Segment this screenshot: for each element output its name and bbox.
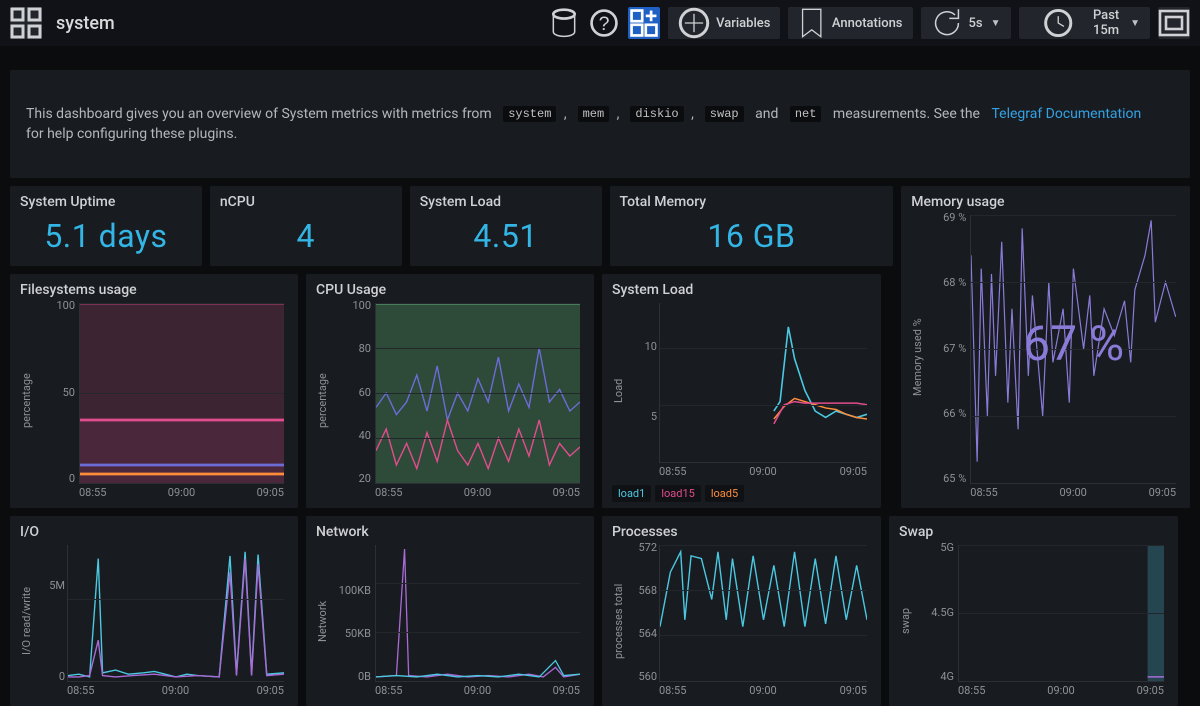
panel-title: System Load [420,194,592,210]
ylabel: percentage [20,300,33,502]
y-axis: 10080604020 [331,300,371,484]
uptime-value: 5.1 days [20,212,192,260]
ylabel: processes total [612,542,625,700]
y-axis: 69 %68 %67 %66 %65 % [926,212,966,484]
panel-swap[interactable]: Swap swap 5G4.5G4G 08:5509:0009:05 [889,516,1178,706]
panel-title: System Uptime [20,194,192,210]
panel-network[interactable]: Network Network .100KB50KB0B 08:5509:000… [306,516,594,706]
ylabel: Memory used % [911,212,924,502]
cycle-view-icon[interactable] [1158,7,1190,39]
x-axis: 08:5509:0009:05 [79,486,284,502]
add-panel-button[interactable] [628,7,660,39]
chart-area [659,303,867,463]
panel-io[interactable]: I/O I/O read/write .5M0 08:5509:0009:05 [10,516,298,706]
ylabel: swap [899,542,912,700]
legend-item[interactable]: load5 [705,485,744,502]
telegraf-docs-link[interactable]: Telegraf Documentation [991,106,1141,122]
memory-usage-big-value: 67 % [971,315,1176,372]
ylabel: I/O read/write [20,542,33,700]
panel-title: Filesystems usage [20,282,288,298]
legend-item[interactable]: load15 [655,485,701,502]
panel-filesystems-usage[interactable]: Filesystems usage percentage 100500 [10,274,298,508]
description-and: and [755,106,778,122]
panel-total-memory[interactable]: Total Memory 16 GB [610,186,894,266]
ylabel: Load [612,300,625,481]
panel-system-load-graph[interactable]: System Load Load .105. 08:5509:0 [602,274,881,508]
y-axis: 5G4.5G4G [914,542,954,682]
data-source-icon[interactable] [548,7,580,39]
svg-text:?: ? [599,13,610,35]
chart-area: 67 % [970,215,1176,484]
panel-title: Swap [899,524,1168,540]
chart-area [79,303,284,484]
time-range-label: Past 15m [1093,8,1122,38]
panel-title: Memory usage [911,194,1180,210]
code-net: net [790,106,822,122]
description-text3: for help configuring these plugins. [26,126,237,142]
chevron-down-icon: ▼ [991,18,1001,29]
x-axis: 08:5509:0009:05 [375,486,580,502]
panel-title: Processes [612,524,871,540]
chart-area [375,303,580,484]
code-mem: mem [578,106,610,122]
panel-title: System Load [612,282,871,298]
description-text2: measurements. See the [833,106,980,122]
x-axis: 08:5509:0009:05 [659,465,867,481]
description-panel: This dashboard gives you an overview of … [10,70,1190,178]
panel-title: Total Memory [620,194,884,210]
annotations-label: Annotations [832,16,903,31]
chart-area [958,545,1164,682]
load-value: 4.51 [420,212,592,260]
x-axis: 08:5509:0009:05 [659,684,867,700]
y-axis: 572568564560 [627,542,657,682]
code-swap: swap [705,106,744,122]
y-axis: .100KB50KB0B [331,542,371,682]
top-bar: system ? Variables Annotations 5s ▼ Past… [0,0,1200,46]
legend: load1 load15 load5 [612,485,871,502]
x-axis: 08:5509:0009:05 [67,684,284,700]
panel-title: CPU Usage [316,282,584,298]
annotations-button[interactable]: Annotations [788,7,912,39]
y-axis: .5M0 [35,542,65,682]
chevron-down-icon: ▼ [1130,18,1140,29]
description-text: This dashboard gives you an overview of … [26,106,492,122]
help-icon[interactable]: ? [588,7,620,39]
dashboard-title: system [56,13,115,34]
x-axis: 08:5509:0009:05 [970,486,1176,502]
panel-title: nCPU [220,194,392,210]
y-axis: 100500 [35,300,75,484]
code-system: system [503,106,556,122]
panel-title: I/O [20,524,288,540]
row-charts-2: I/O I/O read/write .5M0 08:5509:0009:05 [10,516,1190,706]
total-memory-value: 16 GB [620,212,884,260]
chart-area [67,545,284,682]
panel-uptime[interactable]: System Uptime 5.1 days [10,186,202,266]
chart-area [659,545,867,682]
ylabel: percentage [316,300,329,502]
ylabel: Network [316,542,329,700]
panel-processes[interactable]: Processes processes total 572568564560 0… [602,516,881,706]
panel-title: Network [316,524,584,540]
refresh-interval-label: 5s [969,16,983,31]
panel-load-stat[interactable]: System Load 4.51 [410,186,602,266]
variables-button[interactable]: Variables [668,7,780,39]
legend-item[interactable]: load1 [612,485,651,502]
chart-area [375,545,580,682]
x-axis: 08:5509:0009:05 [958,684,1164,700]
panel-memory-usage[interactable]: Memory usage Memory used % 69 %68 %67 %6… [901,186,1190,508]
dashboard-grid-icon[interactable] [10,7,42,39]
x-axis: 08:5509:0009:05 [375,684,580,700]
time-range-dropdown[interactable]: Past 15m ▼ [1019,7,1151,39]
variables-label: Variables [716,16,770,31]
panel-cpu-usage[interactable]: CPU Usage percentage 10080604020 [306,274,594,508]
panel-ncpu[interactable]: nCPU 4 [210,186,402,266]
refresh-dropdown[interactable]: 5s ▼ [921,7,1011,39]
ncpu-value: 4 [220,212,392,260]
code-diskio: diskio [630,106,683,122]
y-axis: .105. [627,300,657,463]
